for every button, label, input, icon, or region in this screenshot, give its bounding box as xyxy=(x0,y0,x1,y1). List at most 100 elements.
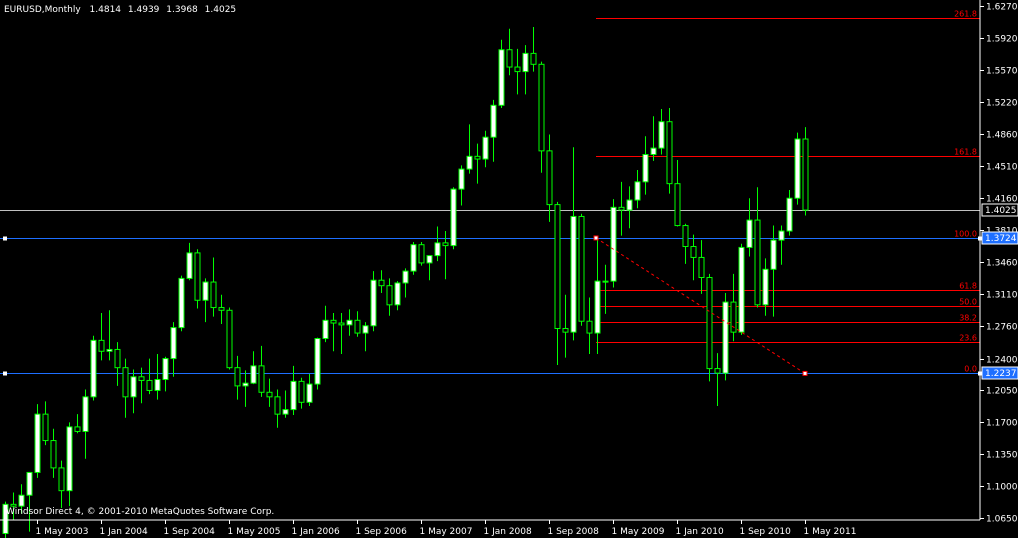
candle-body xyxy=(658,121,665,149)
price-chart[interactable]: 261.8 161.8 100.0 61.8 50.0 38.2 23.6 0.0 1.627… xyxy=(0,0,1018,538)
x-tick-label: 1 May 2005 xyxy=(228,527,281,537)
candle-body xyxy=(714,368,721,374)
candle-body xyxy=(578,215,585,322)
candle xyxy=(34,404,41,478)
candle-body xyxy=(722,301,729,374)
y-tick-label: 1.4510 xyxy=(986,163,1018,173)
candle-body xyxy=(610,206,617,282)
candle-body xyxy=(538,63,545,152)
candle-body xyxy=(18,494,25,507)
candle-body xyxy=(234,367,241,387)
y-tick-label: 1.5920 xyxy=(986,35,1018,45)
candle-body xyxy=(282,409,289,415)
candle-body xyxy=(506,49,513,68)
candle-body xyxy=(130,376,137,398)
candle-body xyxy=(250,365,257,384)
candle-body xyxy=(210,281,217,309)
candle-body xyxy=(666,121,673,185)
candle-body xyxy=(170,327,177,360)
candle-body xyxy=(26,471,33,496)
candle-body xyxy=(458,168,465,190)
candle-body xyxy=(746,219,753,248)
candle-body xyxy=(330,319,337,324)
line-price-label-text: 1.3724 xyxy=(985,234,1017,244)
trend-handle[interactable] xyxy=(802,370,808,376)
candle-body xyxy=(626,199,633,211)
y-tick-label: 1.2760 xyxy=(986,323,1018,333)
candle-body xyxy=(562,328,569,333)
x-tick-label: 1 Sep 2010 xyxy=(740,527,792,537)
y-tick-label: 1.2050 xyxy=(986,387,1018,397)
candle-body xyxy=(514,66,521,73)
candle-body xyxy=(74,426,81,432)
candle xyxy=(418,241,425,266)
candle-body xyxy=(34,413,41,473)
fib-level-label: 23.6 xyxy=(959,334,977,343)
y-tick-label: 1.1700 xyxy=(986,419,1018,429)
y-tick-label: 1.1000 xyxy=(986,483,1018,493)
copyright-footer: Windsor Direct 4, © 2001-2010 MetaQuotes… xyxy=(6,507,274,517)
candle-body xyxy=(138,376,145,381)
y-tick-label: 1.4860 xyxy=(986,131,1018,141)
candle-body xyxy=(402,270,409,284)
candle-body xyxy=(522,52,529,73)
candle-body xyxy=(634,181,641,201)
candle xyxy=(498,39,505,109)
line-handle[interactable] xyxy=(3,371,7,376)
x-tick-label: 1 May 2009 xyxy=(612,527,665,537)
candle xyxy=(706,273,713,382)
candle-body xyxy=(706,276,713,370)
x-tick-label: 1 Jan 2010 xyxy=(676,527,724,537)
candle-body xyxy=(698,256,705,278)
candle-body xyxy=(306,383,313,403)
candle-body xyxy=(386,285,393,306)
candle-body xyxy=(570,215,577,333)
candle xyxy=(794,132,801,205)
trend-handle[interactable] xyxy=(593,235,599,241)
candle xyxy=(450,187,457,250)
x-tick-label: 1 Sep 2008 xyxy=(548,527,600,537)
candle-body xyxy=(546,150,553,206)
candle-body xyxy=(794,138,801,199)
x-tick-label: 1 Jan 2006 xyxy=(292,527,340,537)
candle-body xyxy=(162,358,169,381)
candle xyxy=(802,127,809,216)
candle-body xyxy=(586,320,593,334)
candle xyxy=(194,249,201,309)
candle-body xyxy=(410,244,417,272)
candle-body xyxy=(242,382,249,387)
candle-body xyxy=(314,338,321,385)
candle-body xyxy=(778,230,785,241)
candle-body xyxy=(594,280,601,334)
candle xyxy=(738,243,745,335)
line-handle[interactable] xyxy=(3,236,7,241)
candle-body xyxy=(442,242,449,247)
y-tick-label: 1.4160 xyxy=(986,195,1018,205)
fib-level-label: 38.2 xyxy=(959,314,977,323)
x-tick-label: 1 Sep 2004 xyxy=(164,527,216,537)
y-tick-label: 1.5570 xyxy=(986,67,1018,77)
x-tick-label: 1 Jan 2008 xyxy=(484,527,532,537)
x-tick-label: 1 May 2011 xyxy=(804,527,857,537)
candle-body xyxy=(98,339,105,352)
candle-body xyxy=(274,396,281,415)
candle-body xyxy=(322,319,329,340)
y-tick-label: 1.2400 xyxy=(986,356,1018,366)
y-tick-label: 1.3460 xyxy=(986,259,1018,269)
fib-level-label: 0.0 xyxy=(964,365,977,374)
candle-body xyxy=(490,104,497,138)
candle-body xyxy=(378,279,385,287)
candle-body xyxy=(554,204,561,330)
candle-body xyxy=(394,282,401,306)
line-price-label-text: 1.2237 xyxy=(985,369,1017,379)
candle-body xyxy=(90,339,97,398)
fib-level-label: 261.8 xyxy=(954,10,977,19)
candle-body xyxy=(466,155,473,170)
candle-body xyxy=(690,246,697,258)
candle-body xyxy=(762,268,769,306)
candle-body xyxy=(674,183,681,227)
candle-body xyxy=(226,309,233,369)
candle-body xyxy=(602,280,609,283)
candle-body xyxy=(370,279,377,327)
candle xyxy=(578,213,585,326)
